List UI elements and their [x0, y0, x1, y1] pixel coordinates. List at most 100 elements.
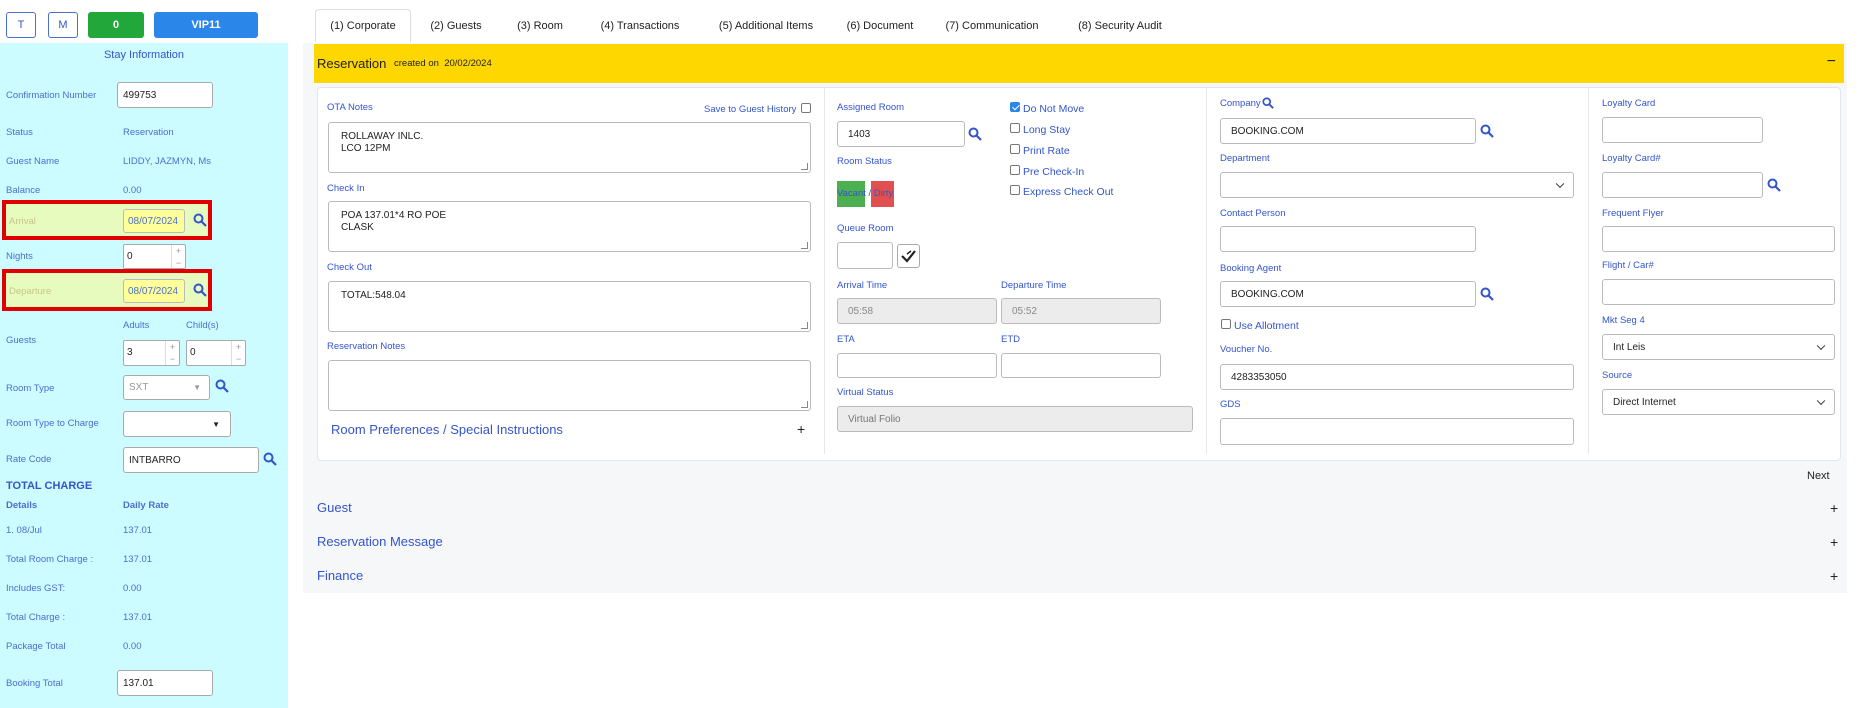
- room-type-select[interactable]: SXT ▼: [123, 375, 210, 400]
- m-button[interactable]: M: [48, 12, 78, 38]
- vip-button[interactable]: VIP11: [154, 12, 258, 38]
- rate-code-field[interactable]: INTBARRO: [123, 447, 259, 473]
- loyalty-card-num-field[interactable]: [1602, 172, 1763, 198]
- t-button[interactable]: T: [6, 12, 36, 38]
- collapse-reservation-icon[interactable]: −: [1827, 53, 1836, 71]
- check-in-textarea[interactable]: POA 137.01*4 RO POE CLASK: [328, 201, 811, 252]
- room-type-charge-select[interactable]: ▼: [123, 411, 231, 437]
- adults-stepper-arrows[interactable]: + −: [165, 341, 179, 365]
- reservation-notes-textarea[interactable]: [328, 360, 811, 411]
- queue-room-label: Queue Room: [837, 223, 894, 234]
- flight-car-field[interactable]: [1602, 279, 1835, 305]
- check-out-label: Check Out: [327, 262, 372, 273]
- queue-room-check-button[interactable]: [897, 244, 920, 268]
- company-field[interactable]: BOOKING.COM: [1220, 118, 1476, 144]
- department-label: Department: [1220, 153, 1270, 164]
- do-not-move-checkbox[interactable]: [1010, 102, 1020, 112]
- loyalty-card-search-icon[interactable]: [1767, 178, 1781, 192]
- contact-person-field[interactable]: [1220, 226, 1476, 252]
- mkt-seg-label: Mkt Seg 4: [1602, 315, 1645, 326]
- ota-notes-textarea[interactable]: ROLLAWAY INLC. LCO 12PM: [328, 122, 811, 173]
- mkt-seg-select[interactable]: Int Leis: [1602, 334, 1835, 360]
- print-rate-checkbox[interactable]: [1010, 144, 1020, 154]
- finance-section-title[interactable]: Finance: [317, 568, 363, 583]
- check-out-textarea[interactable]: TOTAL:548.04: [328, 281, 811, 332]
- nights-stepper[interactable]: 0 + −: [123, 244, 186, 269]
- gds-field[interactable]: [1220, 418, 1574, 445]
- tab-communication[interactable]: (7) Communication: [932, 9, 1052, 42]
- adults-stepper[interactable]: 3 + −: [123, 340, 180, 366]
- tab-room[interactable]: (3) Room: [500, 9, 580, 42]
- express-checkout-label: Express Check Out: [1023, 186, 1114, 198]
- tab-corporate[interactable]: (1) Corporate: [315, 9, 411, 42]
- queue-room-field[interactable]: [837, 242, 893, 269]
- reservation-created-on: created on 20/02/2024: [394, 58, 492, 69]
- booking-total-field[interactable]: 137.01: [117, 670, 213, 696]
- stay-information-panel: Stay Information Confirmation Number 499…: [0, 43, 288, 708]
- booking-agent-search-icon[interactable]: [1480, 287, 1494, 301]
- save-history-label: Save to Guest History: [704, 104, 797, 115]
- confirmation-number-field[interactable]: 499753: [117, 82, 213, 108]
- assigned-room-field[interactable]: 1403: [837, 121, 965, 147]
- count-button[interactable]: 0: [88, 12, 144, 38]
- company-label-search-icon[interactable]: [1262, 97, 1274, 109]
- room-type-search-icon[interactable]: [215, 379, 229, 393]
- guest-section-title[interactable]: Guest: [317, 500, 352, 515]
- departure-time-field[interactable]: 05:52: [1001, 298, 1161, 324]
- reservation-message-section-title[interactable]: Reservation Message: [317, 534, 443, 549]
- source-label: Source: [1602, 370, 1633, 381]
- express-checkout-checkbox[interactable]: [1010, 185, 1020, 195]
- source-select[interactable]: Direct Internet: [1602, 389, 1835, 415]
- column-divider: [824, 88, 825, 454]
- arrival-time-field[interactable]: 05:58: [837, 298, 997, 324]
- includes-gst-value: 0.00: [123, 583, 142, 594]
- childs-stepper[interactable]: 0 + −: [186, 340, 246, 366]
- arrival-label: Arrival: [9, 216, 36, 227]
- loyalty-card-field[interactable]: [1602, 117, 1763, 143]
- assigned-room-search-icon[interactable]: [968, 127, 982, 141]
- save-history-checkbox[interactable]: [801, 103, 811, 113]
- use-allotment-checkbox[interactable]: [1221, 319, 1231, 329]
- created-on-label: created on: [394, 58, 439, 69]
- voucher-field[interactable]: 4283353050: [1220, 364, 1574, 390]
- guest-expand-icon[interactable]: +: [1830, 500, 1838, 516]
- arrival-date-field[interactable]: 08/07/2024: [123, 209, 185, 233]
- childs-stepper-arrows[interactable]: + −: [231, 341, 245, 365]
- departure-search-icon[interactable]: [193, 283, 207, 297]
- eta-field[interactable]: [837, 353, 997, 378]
- next-button[interactable]: Next: [1807, 470, 1830, 482]
- booking-agent-field[interactable]: BOOKING.COM: [1220, 281, 1476, 307]
- balance-label: Balance: [6, 185, 41, 196]
- tab-document[interactable]: (6) Document: [835, 9, 925, 42]
- pre-checkin-checkbox[interactable]: [1010, 165, 1020, 175]
- tab-security-audit[interactable]: (8) Security Audit: [1060, 9, 1180, 42]
- rate-code-label: Rate Code: [6, 454, 52, 465]
- long-stay-label: Long Stay: [1023, 124, 1071, 136]
- nights-value: 0: [127, 251, 133, 262]
- nights-stepper-arrows[interactable]: + −: [171, 245, 185, 268]
- departure-date-field[interactable]: 08/07/2024: [123, 279, 185, 303]
- tab-transactions[interactable]: (4) Transactions: [585, 9, 695, 42]
- guest-name-label: Guest Name: [6, 156, 60, 167]
- arrival-search-icon[interactable]: [193, 213, 207, 227]
- departure-time-label: Departure Time: [1001, 280, 1067, 291]
- virtual-status-label: Virtual Status: [837, 387, 894, 398]
- frequent-flyer-field[interactable]: [1602, 226, 1835, 252]
- nights-label: Nights: [6, 251, 33, 262]
- company-label: Company: [1220, 98, 1261, 109]
- room-preferences-title[interactable]: Room Preferences / Special Instructions: [331, 422, 563, 437]
- rate-code-search-icon[interactable]: [263, 452, 277, 466]
- company-search-icon[interactable]: [1480, 124, 1494, 138]
- department-select[interactable]: [1220, 172, 1574, 198]
- tab-guests[interactable]: (2) Guests: [416, 9, 496, 42]
- daily-rate-header: Daily Rate: [123, 500, 169, 511]
- room-preferences-expand-icon[interactable]: +: [797, 421, 805, 437]
- reservation-message-expand-icon[interactable]: +: [1830, 534, 1838, 550]
- adults-header: Adults: [123, 320, 150, 331]
- tab-additional-items[interactable]: (5) Additional Items: [701, 9, 831, 42]
- finance-expand-icon[interactable]: +: [1830, 568, 1838, 584]
- virtual-status-field[interactable]: Virtual Folio: [837, 406, 1193, 432]
- reservation-header[interactable]: Reservation created on 20/02/2024 −: [314, 44, 1844, 83]
- long-stay-checkbox[interactable]: [1010, 123, 1020, 133]
- etd-field[interactable]: [1001, 353, 1161, 378]
